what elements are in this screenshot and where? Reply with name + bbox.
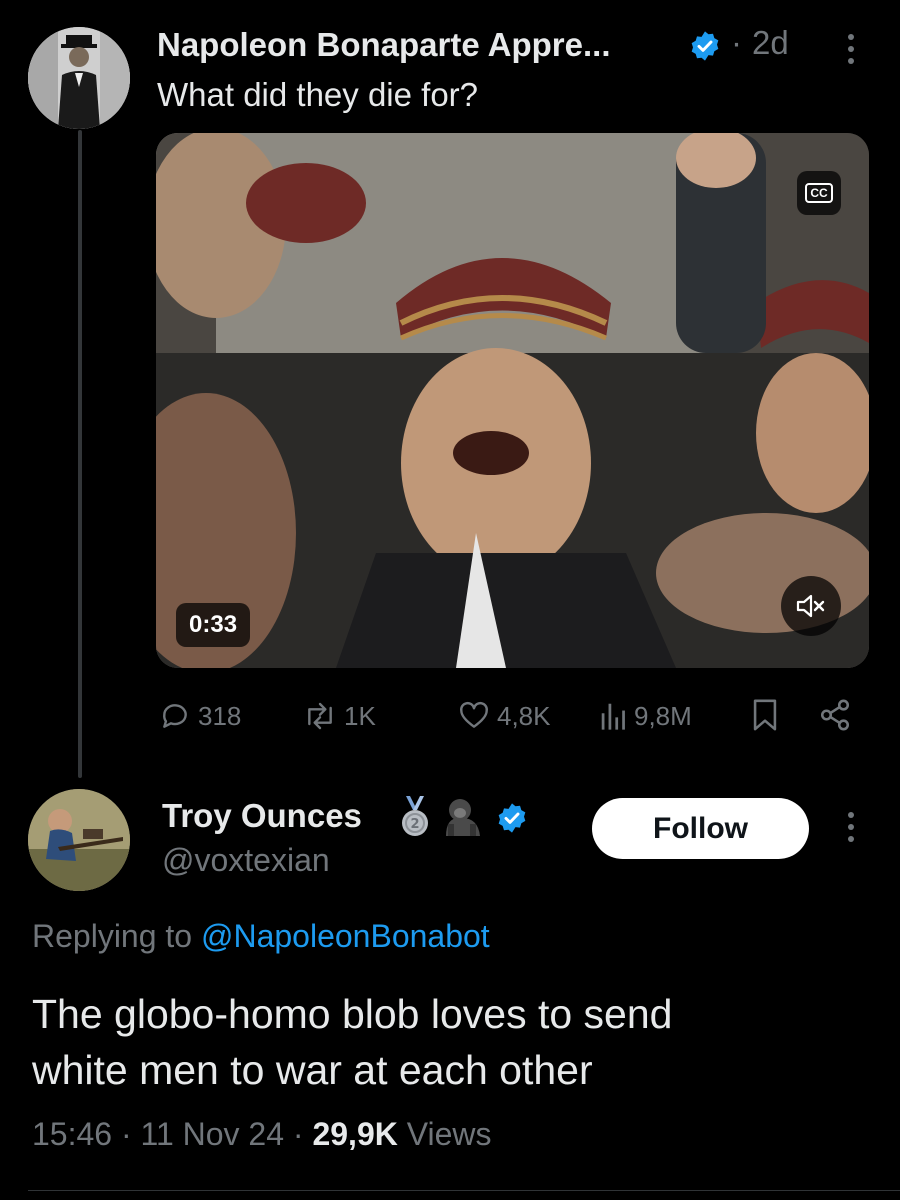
tweet-time[interactable]: 2d xyxy=(752,24,789,62)
closed-captions-button[interactable]: CC xyxy=(797,171,841,215)
replying-to-handle-link[interactable]: @NapoleonBonabot xyxy=(201,918,490,954)
views-count: 9,8M xyxy=(634,700,692,731)
repost-action[interactable]: 1K xyxy=(302,698,376,734)
time-separator: · xyxy=(731,24,742,61)
author-name[interactable]: Napoleon Bonaparte Appre... xyxy=(157,26,611,64)
cc-icon: CC xyxy=(805,183,833,203)
avatar-photo-icon xyxy=(28,789,130,891)
divider xyxy=(28,1190,900,1191)
like-action[interactable]: 4,8K xyxy=(457,698,551,734)
video-player[interactable]: 0:33 CC xyxy=(156,133,869,668)
gorilla-icon xyxy=(446,799,480,836)
verified-badge-icon xyxy=(498,803,526,833)
repost-count: 1K xyxy=(344,700,376,731)
replying-to-label: Replying to xyxy=(32,918,201,954)
views-action[interactable]: 9,8M xyxy=(600,698,692,734)
views-count[interactable]: 29,9K xyxy=(312,1116,397,1152)
follow-button[interactable]: Follow xyxy=(592,798,809,859)
reply-text-line: The globo-homo blob loves to send xyxy=(32,991,673,1037)
share-icon[interactable] xyxy=(818,698,852,732)
unmute-button[interactable] xyxy=(781,576,841,636)
more-options-icon[interactable] xyxy=(846,34,856,70)
tweet-metadata: 15:46 · 11 Nov 24 · 29,9K Views xyxy=(32,1116,492,1153)
video-duration-badge: 0:33 xyxy=(176,603,251,647)
svg-text:2: 2 xyxy=(410,817,419,832)
heart-icon xyxy=(460,701,488,728)
reply-author-avatar[interactable] xyxy=(28,789,130,891)
reply-author-handle[interactable]: @voxtexian xyxy=(162,842,330,879)
speaker-muted-icon xyxy=(796,594,825,618)
like-count: 4,8K xyxy=(497,700,551,731)
meta-separator: · xyxy=(292,1116,304,1152)
tweet-text: What did they die for? xyxy=(157,76,479,113)
second-place-medal-icon: 2 xyxy=(402,796,428,836)
video-frame-image xyxy=(156,133,869,668)
repost-icon xyxy=(308,702,332,730)
reply-text: The globo-homo blob loves to send white … xyxy=(32,986,672,1098)
reply-text-line: white men to war at each other xyxy=(32,1047,593,1093)
bookmark-icon[interactable] xyxy=(750,698,780,732)
reply-author-name[interactable]: Troy Ounces xyxy=(162,797,362,835)
reply-more-options-icon[interactable] xyxy=(846,812,856,848)
views-label: Views xyxy=(406,1116,492,1152)
meta-separator: · xyxy=(120,1116,132,1152)
reply-bubble-icon xyxy=(163,704,187,728)
verified-badge-icon xyxy=(691,31,719,61)
replying-to-line: Replying to @NapoleonBonabot xyxy=(32,918,490,955)
tweet-date[interactable]: 11 Nov 24 xyxy=(141,1116,285,1152)
reply-count: 318 xyxy=(198,700,242,731)
reply-action[interactable]: 318 xyxy=(158,698,241,734)
author-avatar[interactable] xyxy=(28,27,130,129)
tweet-time[interactable]: 15:46 xyxy=(32,1116,112,1152)
avatar-photo-icon xyxy=(28,27,130,129)
analytics-bars-icon xyxy=(601,703,625,730)
thread-connector-line xyxy=(78,130,82,778)
